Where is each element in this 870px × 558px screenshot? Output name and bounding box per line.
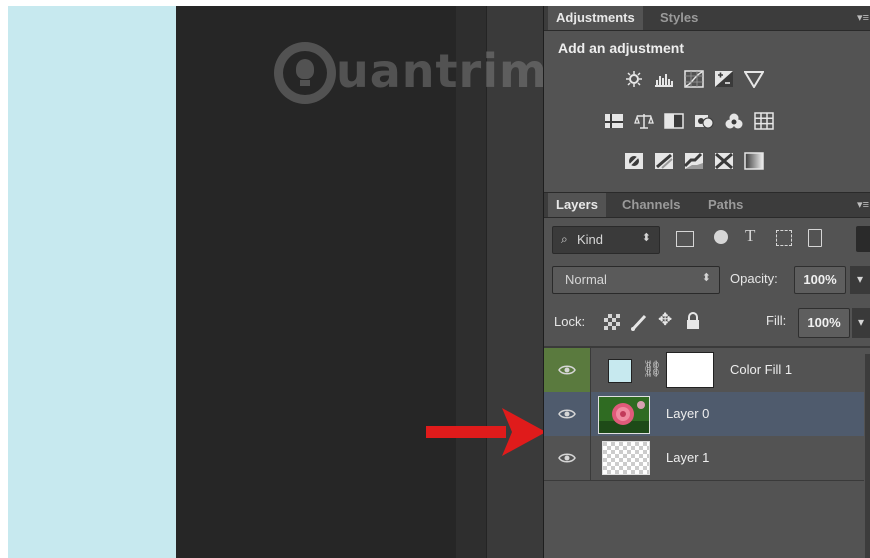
visibility-toggle[interactable]: [544, 348, 591, 392]
fill-swatch-thumbnail[interactable]: [608, 359, 632, 383]
layer-row-layer-0[interactable]: Layer 0: [544, 392, 864, 437]
selective-color-icon[interactable]: [714, 152, 734, 170]
transparent-layer-thumbnail[interactable]: [602, 441, 650, 475]
layer-name[interactable]: Color Fill 1: [730, 362, 792, 377]
eye-icon: [558, 453, 576, 463]
layer-name[interactable]: Layer 1: [666, 450, 709, 465]
threshold-icon[interactable]: [684, 152, 704, 170]
black-white-icon[interactable]: [664, 112, 684, 130]
layer-row-color-fill-1[interactable]: ⛓ Color Fill 1: [544, 348, 864, 393]
layer-filter-kind[interactable]: ⌕ Kind ⬍: [552, 226, 660, 254]
blend-mode-select[interactable]: Normal ⬍: [552, 266, 720, 294]
filter-pixel-icon[interactable]: [676, 231, 694, 247]
tab-paths[interactable]: Paths: [700, 193, 751, 217]
tab-styles[interactable]: Styles: [652, 6, 706, 30]
channel-mixer-icon[interactable]: [724, 112, 744, 130]
tab-layers[interactable]: Layers: [548, 193, 606, 217]
layer-name[interactable]: Layer 0: [666, 406, 709, 421]
lock-image-pixels-icon[interactable]: [630, 312, 650, 332]
opacity-label: Opacity:: [730, 271, 778, 286]
panel-menu-icon[interactable]: ▾≡: [857, 198, 869, 211]
vibrance-icon[interactable]: [744, 70, 764, 88]
fill-dropdown-icon[interactable]: ▾: [852, 308, 870, 338]
adjustments-heading: Add an adjustment: [558, 40, 685, 56]
lock-label: Lock:: [554, 314, 586, 329]
color-lookup-icon[interactable]: [754, 112, 774, 130]
adjustments-tabbar: Adjustments Styles ▾≡: [544, 6, 870, 31]
filter-smart-object-icon[interactable]: [808, 229, 822, 247]
layer-row-layer-1[interactable]: Layer 1: [544, 436, 864, 481]
gradient-map-icon[interactable]: [744, 152, 764, 170]
invert-icon[interactable]: [624, 152, 644, 170]
canvas-color-fill[interactable]: [8, 6, 176, 558]
lock-all-icon[interactable]: [686, 312, 700, 330]
tab-adjustments[interactable]: Adjustments: [548, 6, 643, 30]
stepper-arrows-icon: ⬍: [701, 272, 711, 284]
filter-adjustment-icon[interactable]: [714, 230, 728, 244]
stepper-arrows-icon: ⬍: [641, 232, 651, 244]
filter-kind-label: Kind: [577, 232, 604, 247]
curves-icon[interactable]: [684, 70, 704, 88]
filter-toggle[interactable]: [856, 226, 870, 252]
color-balance-icon[interactable]: [634, 112, 654, 130]
layers-scrollbar[interactable]: [865, 354, 870, 558]
fill-label: Fill:: [766, 313, 787, 328]
posterize-icon[interactable]: [654, 152, 674, 170]
opacity-dropdown-icon[interactable]: ▾: [850, 266, 870, 294]
search-icon: ⌕: [561, 232, 568, 246]
photo-filter-icon[interactable]: [694, 112, 714, 130]
photoshop-window: uantrimang Adjustments Styles ▾≡ Add an …: [8, 6, 870, 558]
red-arrow-icon: [426, 408, 546, 456]
eye-icon: [558, 409, 576, 419]
tab-channels[interactable]: Channels: [614, 193, 689, 217]
opacity-input[interactable]: 100%: [794, 266, 846, 294]
panel-menu-icon[interactable]: ▾≡: [857, 11, 869, 24]
lightbulb-logo-icon: [274, 42, 336, 104]
filter-type-icon[interactable]: T: [745, 226, 755, 246]
visibility-toggle[interactable]: [544, 392, 591, 436]
right-panel-column: Adjustments Styles ▾≡ Add an adjustment: [543, 6, 870, 558]
brightness-contrast-icon[interactable]: [624, 70, 644, 88]
exposure-icon[interactable]: [714, 70, 734, 88]
fill-input[interactable]: 100%: [798, 308, 850, 338]
lock-position-icon[interactable]: ✥: [658, 310, 672, 330]
levels-icon[interactable]: [654, 70, 674, 88]
blend-mode-value: Normal: [565, 272, 607, 287]
link-chain-icon[interactable]: ⛓: [642, 359, 662, 379]
lock-transparent-pixels-icon[interactable]: [604, 314, 620, 330]
eye-icon: [558, 365, 576, 375]
layers-tabbar: Layers Channels Paths ▾≡: [544, 192, 870, 218]
filter-shape-icon[interactable]: [776, 230, 792, 246]
visibility-toggle[interactable]: [544, 436, 591, 480]
flower-photo-thumbnail[interactable]: [598, 396, 650, 434]
hue-saturation-icon[interactable]: [604, 112, 624, 130]
layer-mask-thumbnail[interactable]: [666, 352, 714, 388]
